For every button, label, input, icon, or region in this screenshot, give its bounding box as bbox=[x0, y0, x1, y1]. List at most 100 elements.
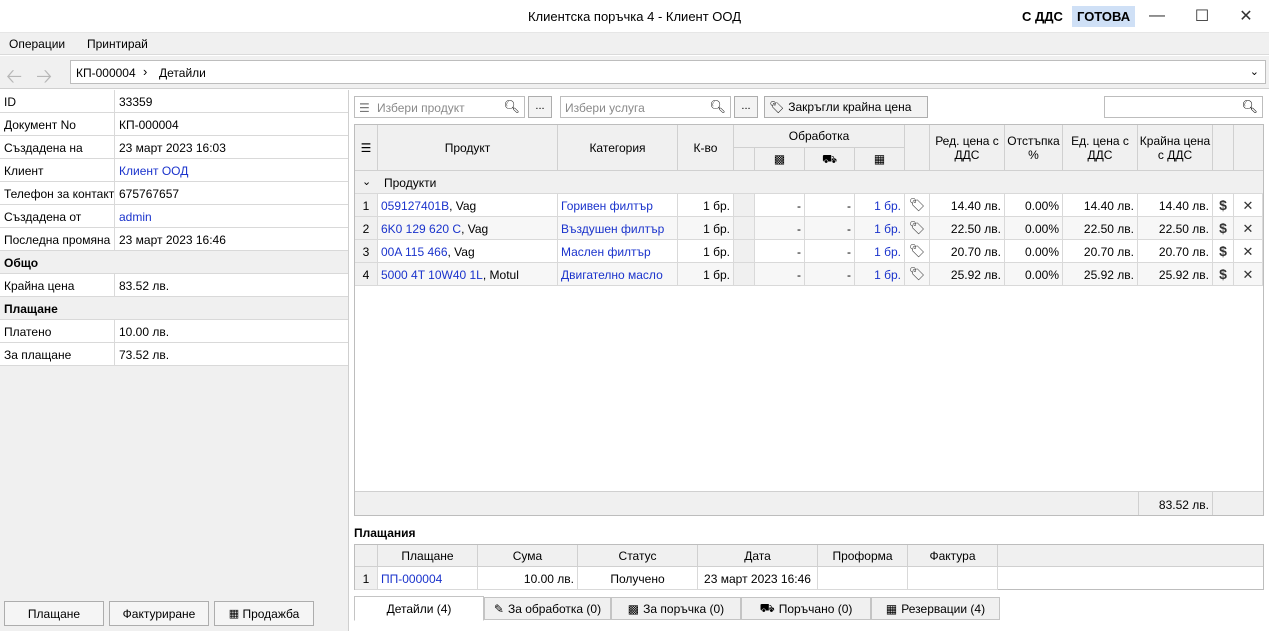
price-tag-icon[interactable]: 🏷︎ bbox=[905, 240, 930, 263]
close-icon[interactable]: ✕ bbox=[1223, 0, 1269, 32]
chevron-down-icon[interactable]: ⌄ bbox=[362, 175, 371, 188]
product-cell[interactable]: 059127401B, Vag bbox=[378, 194, 558, 217]
property-row-paid[interactable]: Платено 10.00 лв. bbox=[0, 320, 348, 343]
group-row-products[interactable]: ⌄ Продукти bbox=[355, 171, 1263, 194]
reserved-warehouse-icon[interactable]: ▦ bbox=[855, 148, 905, 171]
delete-icon[interactable]: ✕ bbox=[1234, 194, 1263, 217]
property-key: Клиент bbox=[4, 164, 44, 178]
price-tag-icon[interactable]: 🏷︎ bbox=[905, 217, 930, 240]
tab-reservations[interactable]: ▦ Резервации (4) bbox=[871, 597, 1000, 620]
reserved-cell[interactable]: 1 бр. bbox=[855, 240, 905, 263]
payment-invoice[interactable] bbox=[908, 567, 998, 590]
sale-label: Продажба bbox=[242, 606, 300, 621]
tab-to-order[interactable]: ▩ За поръчка (0) bbox=[611, 597, 741, 620]
category-link[interactable]: Въздушен филтър bbox=[558, 217, 678, 240]
dollar-icon[interactable]: $ bbox=[1213, 217, 1234, 240]
reserved-cell[interactable]: 1 бр. bbox=[855, 217, 905, 240]
product-cell[interactable]: 5000 4T 10W40 1L, Motul bbox=[378, 263, 558, 286]
ordered-truck-icon[interactable]: ⛟︎ bbox=[805, 148, 855, 171]
reserved-cell[interactable]: 1 бр. bbox=[855, 263, 905, 286]
tab-to-process[interactable]: ✎ За обработка (0) bbox=[484, 597, 611, 620]
tab-details[interactable]: Детайли (4) bbox=[354, 596, 484, 621]
sale-button[interactable]: ▦ Продажба bbox=[214, 601, 314, 626]
service-browse-button[interactable]: ... bbox=[734, 96, 758, 118]
price-tag-icon[interactable]: 🏷︎ bbox=[905, 263, 930, 286]
property-row-created-by[interactable]: Създадена от admin bbox=[0, 205, 348, 228]
maximize-icon[interactable]: ☐ bbox=[1179, 0, 1225, 32]
header-payment[interactable]: Плащане bbox=[378, 545, 478, 567]
header-unit-price-vat[interactable]: Ред. цена с ДДС bbox=[930, 125, 1005, 171]
breadcrumb[interactable]: КП-000004 › Детайли ⌄ bbox=[70, 60, 1266, 84]
reserved-cell[interactable]: 1 бр. bbox=[855, 194, 905, 217]
dollar-icon[interactable]: $ bbox=[1213, 263, 1234, 286]
payment-link[interactable]: ПП-000004 bbox=[378, 567, 478, 590]
property-row-document-no[interactable]: Документ No КП-000004 bbox=[0, 113, 348, 136]
payment-proforma[interactable] bbox=[818, 567, 908, 590]
user-link[interactable]: admin bbox=[119, 210, 152, 224]
product-code-link[interactable]: 5000 4T 10W40 1L bbox=[381, 268, 483, 282]
product-code-link[interactable]: 059127401B bbox=[381, 199, 449, 213]
price-tag-icon[interactable]: 🏷︎ bbox=[905, 194, 930, 217]
product-code-link[interactable]: 00A 115 466 bbox=[381, 245, 448, 259]
header-discount[interactable]: Отстъпка % bbox=[1005, 125, 1063, 171]
minimize-icon[interactable]: — bbox=[1134, 0, 1180, 32]
payments-grid[interactable]: Плащане Сума Статус Дата Проформа Фактур… bbox=[354, 544, 1264, 590]
vat-indicator[interactable]: С ДДС bbox=[1022, 9, 1063, 24]
product-brand: , Vag bbox=[461, 222, 489, 236]
delete-icon[interactable]: ✕ bbox=[1234, 217, 1263, 240]
property-row-id[interactable]: ID 33359 bbox=[0, 90, 348, 113]
header-processing[interactable]: Обработка bbox=[734, 125, 905, 148]
invoice-button[interactable]: Фактуриране bbox=[109, 601, 209, 626]
header-unit-price[interactable]: Ед. цена с ДДС bbox=[1063, 125, 1138, 171]
round-price-button[interactable]: 🏷︎ Закръгли крайна цена bbox=[764, 96, 928, 118]
breadcrumb-document[interactable]: КП-000004 bbox=[76, 66, 136, 80]
property-row-final-price[interactable]: Крайна цена 83.52 лв. bbox=[0, 274, 348, 297]
header-invoice[interactable]: Фактура bbox=[908, 545, 998, 567]
product-cell[interactable]: 6K0 129 620 C, Vag bbox=[378, 217, 558, 240]
menu-print[interactable]: Принтирай bbox=[87, 37, 148, 51]
search-icon[interactable]: 🔍︎ bbox=[709, 99, 726, 115]
search-icon[interactable]: 🔍︎ bbox=[1241, 99, 1258, 115]
header-category[interactable]: Категория bbox=[558, 125, 678, 171]
property-row-last-modified[interactable]: Последна промяна 23 март 2023 16:46 bbox=[0, 228, 348, 251]
header-product[interactable]: Продукт bbox=[378, 125, 558, 171]
delete-icon[interactable]: ✕ bbox=[1234, 263, 1263, 286]
property-row-to-pay[interactable]: За плащане 73.52 лв. bbox=[0, 343, 348, 366]
menu-operations[interactable]: Операции bbox=[9, 37, 65, 51]
product-picker[interactable]: ☰ Избери продукт 🔍︎ bbox=[354, 96, 525, 118]
search-input[interactable]: 🔍︎ bbox=[1104, 96, 1263, 118]
delete-icon[interactable]: ✕ bbox=[1234, 240, 1263, 263]
status-badge[interactable]: ГОТОВА bbox=[1072, 6, 1136, 27]
category-link[interactable]: Двигателно масло bbox=[558, 263, 678, 286]
header-proforma[interactable]: Проформа bbox=[818, 545, 908, 567]
header-qty[interactable]: К-во bbox=[678, 125, 734, 171]
client-link[interactable]: Клиент ООД bbox=[119, 164, 188, 178]
column-chooser-icon[interactable]: ☰ bbox=[355, 125, 378, 171]
header-amount[interactable]: Сума bbox=[478, 545, 578, 567]
property-row-phone[interactable]: Телефон за контакт 675767657 bbox=[0, 182, 348, 205]
category-link[interactable]: Маслен филтър bbox=[558, 240, 678, 263]
product-code-link[interactable]: 6K0 129 620 C bbox=[381, 222, 461, 236]
search-icon[interactable]: 🔍︎ bbox=[503, 99, 520, 115]
product-browse-button[interactable]: ... bbox=[528, 96, 552, 118]
header-status[interactable]: Статус bbox=[578, 545, 698, 567]
dollar-icon[interactable]: $ bbox=[1213, 240, 1234, 263]
property-row-client[interactable]: Клиент Клиент ООД bbox=[0, 159, 348, 182]
dollar-icon[interactable]: $ bbox=[1213, 194, 1234, 217]
header-date[interactable]: Дата bbox=[698, 545, 818, 567]
truck-icon: ⛟︎ bbox=[759, 600, 775, 615]
category-link[interactable]: Горивен филтър bbox=[558, 194, 678, 217]
pay-button[interactable]: Плащане bbox=[4, 601, 104, 626]
tab-ordered[interactable]: ⛟︎ Поръчано (0) bbox=[741, 597, 871, 620]
products-grid[interactable]: ☰ Продукт Категория К-во Обработка ▩ ⛟︎ … bbox=[354, 124, 1264, 516]
product-cell[interactable]: 00A 115 466, Vag bbox=[378, 240, 558, 263]
service-picker[interactable]: Избери услуга 🔍︎ bbox=[560, 96, 731, 118]
breadcrumb-section[interactable]: Детайли bbox=[159, 66, 206, 80]
header-final-price[interactable]: Крайна цена с ДДС bbox=[1138, 125, 1213, 171]
to-process-icon[interactable]: ▩ bbox=[755, 148, 805, 171]
chevron-down-icon[interactable]: ⌄ bbox=[1250, 65, 1259, 78]
property-value: КП-000004 bbox=[119, 118, 179, 132]
property-value: 23 март 2023 16:03 bbox=[119, 141, 226, 155]
property-row-created-at[interactable]: Създадена на 23 март 2023 16:03 bbox=[0, 136, 348, 159]
to-process-cell: - bbox=[755, 194, 805, 217]
